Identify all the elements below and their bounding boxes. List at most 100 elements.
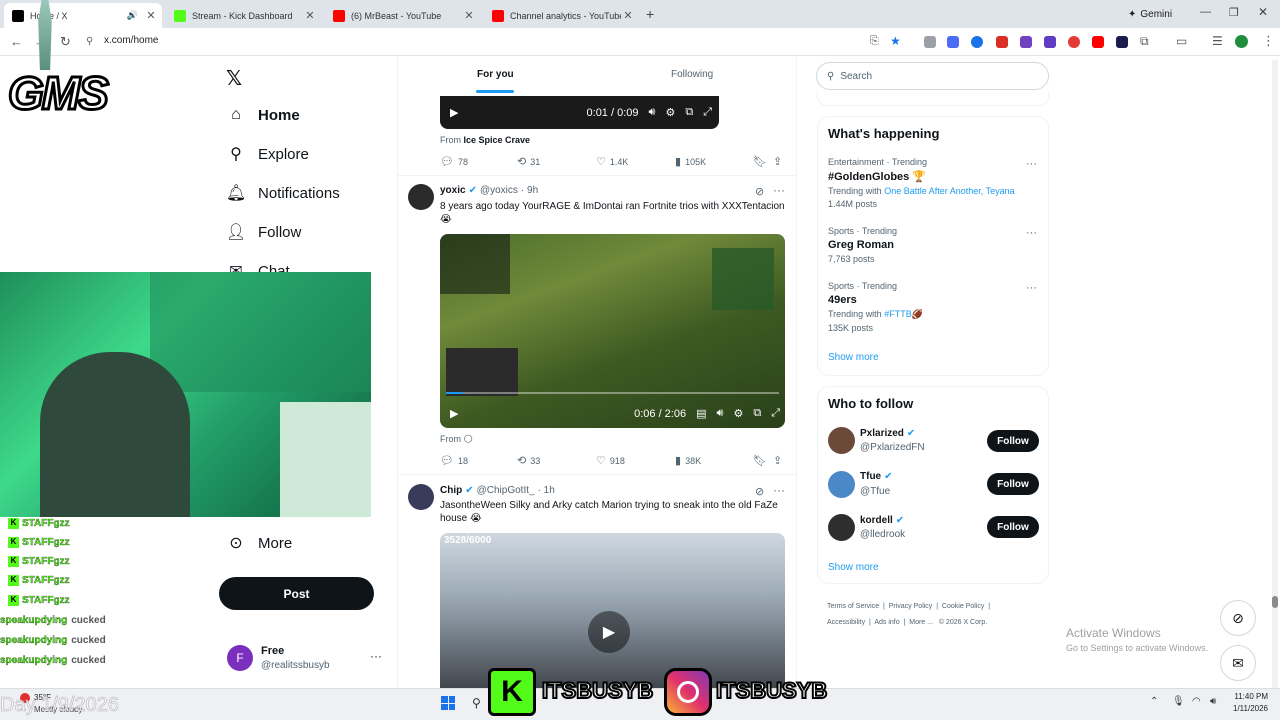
reply-button[interactable]: 💬︎ 18 bbox=[440, 454, 468, 467]
tweet-time[interactable]: · 1h bbox=[538, 485, 555, 496]
share-button[interactable]: ⇪ bbox=[773, 155, 786, 168]
extension-icon[interactable] bbox=[996, 36, 1008, 48]
tab-kick-dashboard[interactable]: Stream - Kick Dashboard ✕ bbox=[166, 3, 321, 28]
bookmark-button[interactable]: 🔖︎ bbox=[753, 155, 771, 168]
views-button[interactable]: ▮ 105K bbox=[675, 155, 706, 168]
share-button[interactable]: ⇪ bbox=[773, 454, 786, 467]
gemini-button[interactable]: ✦ Gemini bbox=[1120, 6, 1180, 22]
captions-icon[interactable]: ▤ bbox=[696, 407, 706, 420]
account-menu-icon[interactable]: ··· bbox=[370, 649, 382, 663]
window-close-button[interactable]: ✕ bbox=[1258, 5, 1268, 19]
follow-name[interactable]: Pxlarized ✔ bbox=[860, 428, 915, 439]
trend-more-icon[interactable]: ··· bbox=[1026, 282, 1037, 294]
settings-icon[interactable]: ⚙ bbox=[665, 106, 675, 119]
nav-home[interactable]: ⌂ Home bbox=[226, 105, 300, 125]
follow-name[interactable]: kordell ✔ bbox=[860, 515, 904, 526]
taskbar-search-icon[interactable]: ⚲ bbox=[472, 696, 481, 710]
repost-button[interactable]: ⟲ 33 bbox=[517, 454, 540, 467]
scrollbar-thumb[interactable] bbox=[1272, 596, 1278, 608]
tweet-more-icon[interactable]: ··· bbox=[773, 483, 785, 497]
extension-icon[interactable] bbox=[1116, 36, 1128, 48]
new-tab-button[interactable]: + bbox=[646, 6, 654, 22]
nav-follow[interactable]: 👤︎ Follow bbox=[226, 222, 302, 242]
follow-button[interactable]: Follow bbox=[987, 516, 1039, 538]
avatar[interactable]: F bbox=[227, 645, 253, 671]
views-button[interactable]: ▮ 38K bbox=[675, 454, 701, 467]
close-icon[interactable]: ✕ bbox=[303, 9, 317, 22]
volume-icon[interactable]: 🔊︎ bbox=[1210, 696, 1216, 707]
play-icon[interactable]: ▶ bbox=[450, 407, 458, 420]
trend-item[interactable]: Sports · Trending Greg Roman 7,763 posts bbox=[828, 226, 1038, 264]
tweet-time[interactable]: · 9h bbox=[521, 185, 538, 196]
source-emoji-icon[interactable]: 🌕 bbox=[464, 434, 473, 444]
author-handle[interactable]: @ChipGotIt_ bbox=[477, 485, 535, 496]
footer-link[interactable]: Cookie Policy bbox=[942, 603, 984, 610]
side-panel-icon[interactable]: ▭ bbox=[1176, 34, 1187, 48]
footer-link[interactable]: Accessibility bbox=[827, 619, 865, 626]
like-button[interactable]: ♡ 1.4K bbox=[596, 155, 628, 168]
install-app-icon[interactable]: ⎘ bbox=[870, 35, 879, 48]
trend-item[interactable]: Entertainment · Trending #GoldenGlobes 🏆… bbox=[828, 157, 1038, 209]
avatar[interactable] bbox=[408, 484, 434, 510]
like-button[interactable]: ♡ 918 bbox=[596, 454, 625, 467]
tray-overflow-icon[interactable]: ⌃ bbox=[1150, 696, 1158, 707]
extension-icon[interactable] bbox=[924, 36, 936, 48]
tweet-more-icon[interactable]: ··· bbox=[773, 183, 785, 197]
avatar[interactable] bbox=[828, 427, 855, 454]
nav-more[interactable]: ⊙ More bbox=[226, 533, 292, 553]
grok-icon[interactable]: ⊘ bbox=[755, 185, 764, 198]
close-icon[interactable]: ✕ bbox=[462, 9, 476, 22]
clock-date[interactable]: 1/11/2026 bbox=[1228, 704, 1268, 713]
bookmark-star-icon[interactable]: ★ bbox=[890, 34, 901, 48]
post-button[interactable]: Post bbox=[219, 577, 374, 610]
nav-explore[interactable]: ⚲ Explore bbox=[226, 144, 309, 164]
volume-icon[interactable]: 🔊︎ bbox=[717, 407, 724, 420]
tab-youtube-studio[interactable]: Channel analytics - YouTube Stu ✕ bbox=[484, 3, 639, 28]
settings-icon[interactable]: ⚙ bbox=[733, 407, 743, 420]
avatar[interactable] bbox=[828, 471, 855, 498]
fullscreen-icon[interactable]: ⤢ bbox=[771, 407, 780, 420]
search-input[interactable]: ⚲ Search bbox=[816, 62, 1049, 90]
reply-button[interactable]: 💬︎ 78 bbox=[440, 155, 468, 168]
fullscreen-icon[interactable]: ⤢ bbox=[703, 106, 712, 119]
video-player[interactable] bbox=[440, 234, 785, 428]
avatar[interactable] bbox=[408, 184, 434, 210]
author-name[interactable]: yoxic bbox=[440, 185, 466, 196]
bookmark-button[interactable]: 🔖︎ bbox=[753, 454, 771, 467]
page-scrollbar[interactable] bbox=[1272, 60, 1278, 690]
pip-icon[interactable]: ⧉ bbox=[685, 106, 693, 119]
footer-link[interactable]: More ... bbox=[909, 619, 933, 626]
tab-following[interactable]: Following bbox=[671, 69, 713, 80]
extension-icon[interactable] bbox=[1020, 36, 1032, 48]
x-logo-icon[interactable]: 𝕏 bbox=[226, 66, 242, 91]
extension-icon[interactable] bbox=[1068, 36, 1080, 48]
footer-link[interactable]: Terms of Service bbox=[827, 603, 879, 610]
messages-float-button[interactable]: ✉ bbox=[1220, 645, 1256, 681]
trending-with-links[interactable]: #FTTB🏈 bbox=[884, 309, 923, 319]
extension-icon[interactable] bbox=[971, 36, 983, 48]
trend-more-icon[interactable]: ··· bbox=[1026, 158, 1037, 170]
nav-notifications[interactable]: 🔔︎ Notifications bbox=[226, 183, 340, 203]
trending-with-links[interactable]: One Battle After Another, Teyana bbox=[884, 186, 1014, 196]
extension-icon[interactable] bbox=[1092, 36, 1104, 48]
volume-icon[interactable]: 🔊︎ bbox=[649, 106, 656, 119]
play-icon[interactable]: ▶ bbox=[588, 611, 630, 653]
close-icon[interactable]: ✕ bbox=[621, 9, 635, 22]
tab-for-you[interactable]: For you bbox=[477, 69, 514, 80]
grok-icon[interactable]: ⊘ bbox=[755, 485, 764, 498]
avatar[interactable] bbox=[828, 514, 855, 541]
clock-time[interactable]: 11:40 PM bbox=[1228, 692, 1268, 701]
tab-mrbeast-youtube[interactable]: (6) MrBeast - YouTube ✕ bbox=[325, 3, 480, 28]
wifi-icon[interactable]: ◠ bbox=[1192, 696, 1201, 707]
follow-button[interactable]: Follow bbox=[987, 473, 1039, 495]
reading-list-icon[interactable]: ☰ bbox=[1212, 34, 1223, 48]
video-progress-track[interactable] bbox=[446, 392, 779, 394]
play-icon[interactable]: ▶ bbox=[450, 106, 458, 119]
follow-name[interactable]: Tfue ✔ bbox=[860, 471, 893, 482]
trend-more-icon[interactable]: ··· bbox=[1026, 227, 1037, 239]
profile-avatar[interactable] bbox=[1235, 35, 1248, 48]
windows-start-icon[interactable] bbox=[441, 696, 455, 710]
close-icon[interactable]: ✕ bbox=[144, 9, 158, 22]
show-more-follow[interactable]: Show more bbox=[828, 562, 879, 573]
microphone-icon[interactable]: 🎙︎ bbox=[1172, 696, 1185, 707]
